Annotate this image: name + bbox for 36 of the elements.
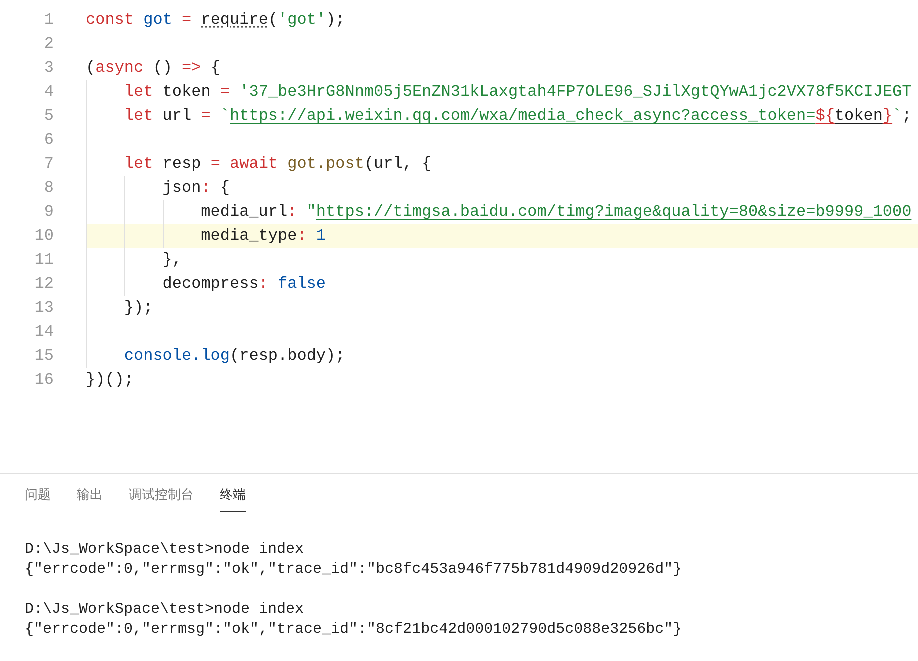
- line-number: 8: [43, 178, 54, 199]
- line-number: 3: [43, 58, 54, 79]
- code-line: },: [162, 250, 182, 271]
- terminal-line: D:\Js_WorkSpace\test>node index: [25, 600, 304, 620]
- code-line: media_url: "https://timgsa.baidu.com/timg?image&quality=80&size=b9999_1000: [201, 202, 912, 223]
- line-number: 15: [34, 346, 54, 367]
- panel-tab[interactable]: 终端: [220, 486, 246, 512]
- line-number: 4: [43, 82, 54, 103]
- terminal-line: {"errcode":0,"errmsg":"ok","trace_id":"bc8fc453a946f775b781d4909d20926d"}: [25, 560, 682, 580]
- code-line: decompress: false: [162, 274, 326, 295]
- panel-tab[interactable]: 问题: [25, 486, 51, 512]
- line-number: 7: [43, 154, 54, 175]
- line-number: 5: [43, 106, 54, 127]
- terminal-line: {"errcode":0,"errmsg":"ok","trace_id":"8cf21bc42d000102790d5c088e3256bc"}: [25, 620, 682, 640]
- line-number: 6: [43, 130, 54, 151]
- code-line: let resp = await got.post(url, {: [124, 154, 432, 175]
- code-line: (async () => {: [86, 58, 220, 79]
- code-line: let token = '37_be3HrG8Nnm05j5EnZN31kLaxgtah4FP7OLE96_SJilXgtQYwA1jc2VX78f5KCIJEGT: [124, 82, 912, 103]
- panel-tab[interactable]: 调试控制台: [129, 486, 194, 512]
- terminal-line: D:\Js_WorkSpace\test>node index: [25, 540, 304, 560]
- line-number: 9: [43, 202, 54, 223]
- code-line: });: [124, 298, 154, 319]
- code-line: media_type: 1: [201, 226, 326, 247]
- line-number: 14: [34, 322, 54, 343]
- code-line: })();: [86, 370, 134, 391]
- panel-tab[interactable]: 输出: [77, 486, 103, 512]
- line-number: 13: [34, 298, 54, 319]
- line-number: 16: [34, 370, 54, 391]
- code-line: const got = require('got');: [86, 10, 346, 31]
- line-number: 11: [34, 250, 54, 271]
- line-number: 1: [43, 10, 54, 31]
- code-line: console.log(resp.body);: [124, 346, 346, 367]
- line-number: 2: [43, 34, 54, 55]
- line-number: 12: [34, 274, 54, 295]
- line-number: 10: [34, 226, 54, 247]
- code-line: json: {: [162, 178, 230, 199]
